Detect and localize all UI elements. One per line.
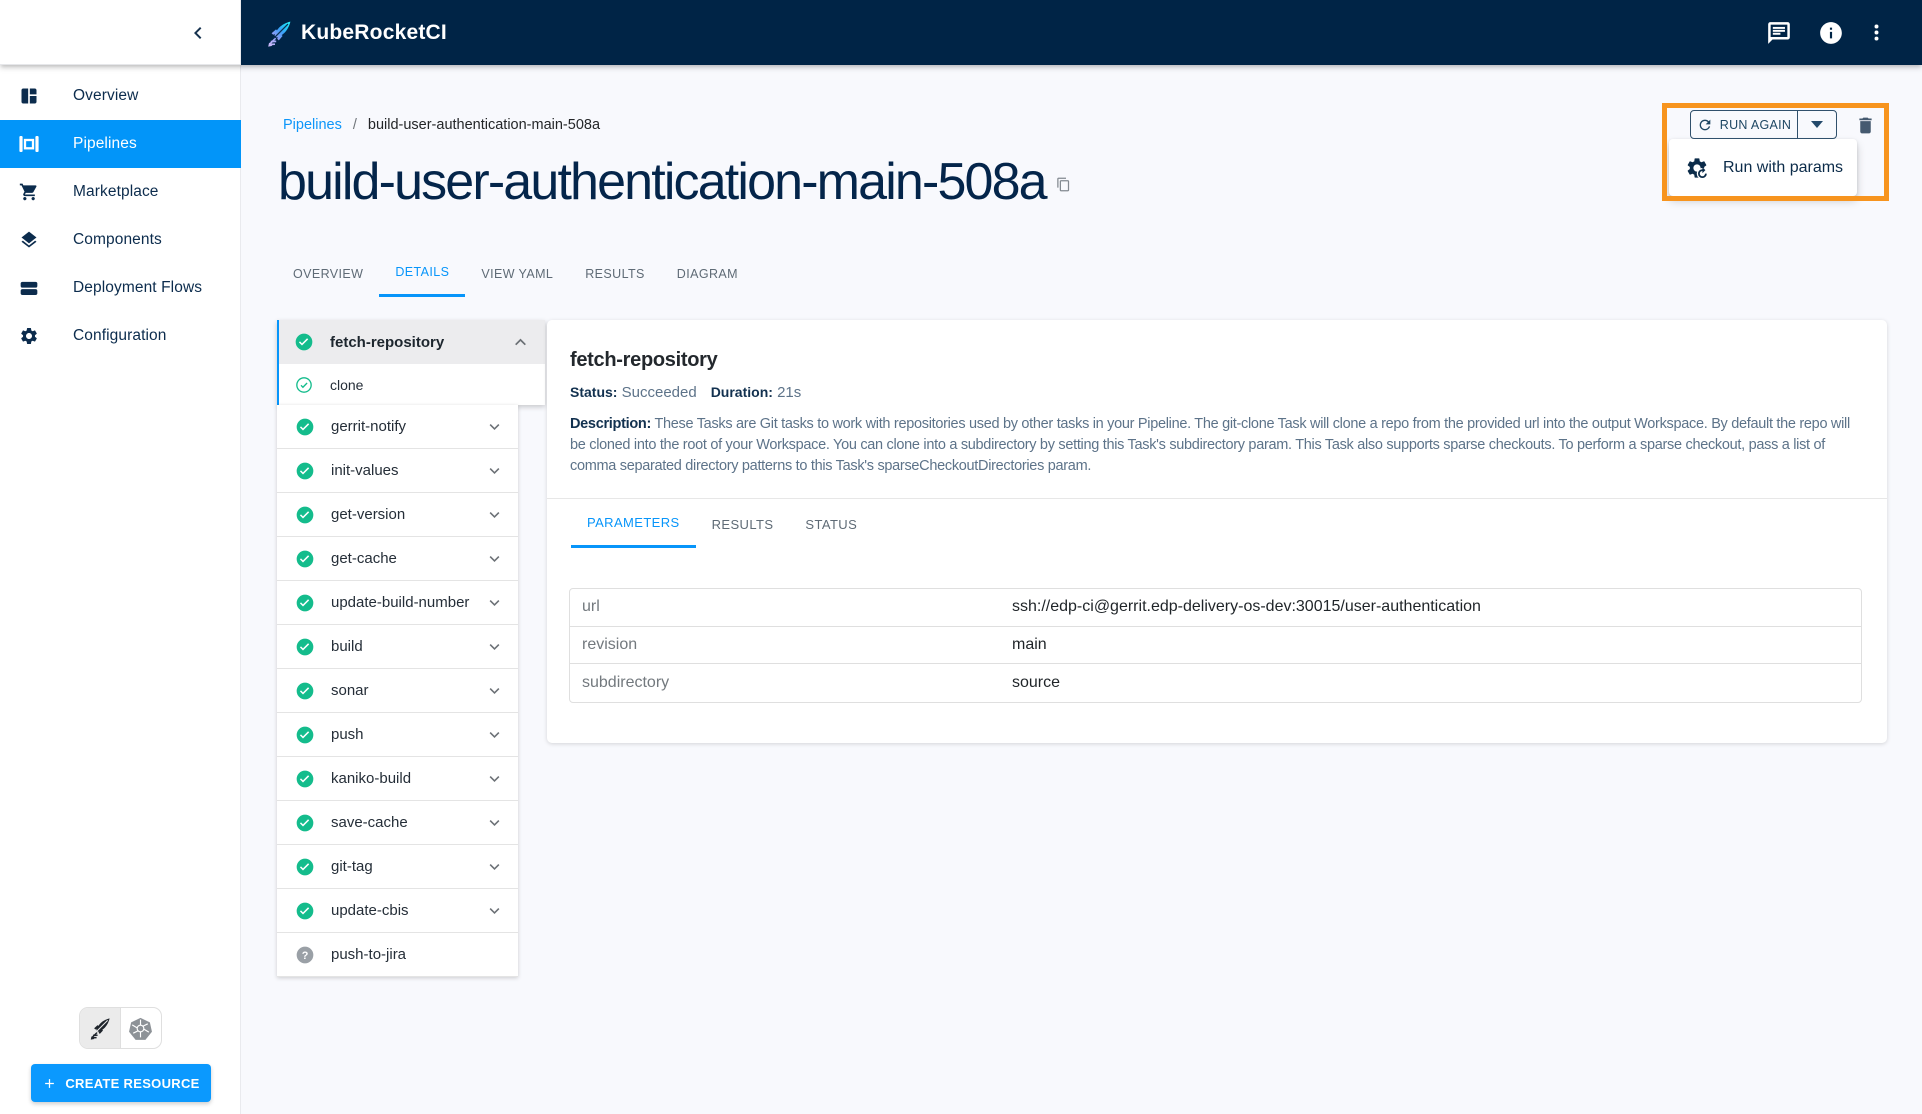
svg-text:?: ? [302,949,309,961]
